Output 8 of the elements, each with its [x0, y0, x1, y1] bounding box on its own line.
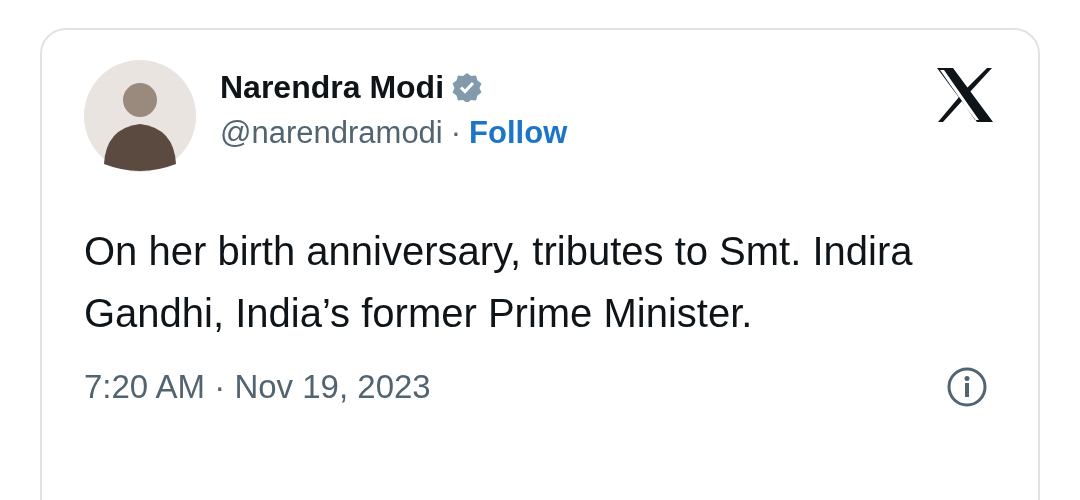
separator: ·	[450, 114, 462, 153]
author-handle[interactable]: @narendramodi	[220, 110, 443, 157]
follow-link[interactable]: Follow	[469, 110, 568, 157]
logo-icon	[936, 68, 994, 122]
info-icon[interactable]	[946, 365, 988, 408]
post-timestamp[interactable]: 7:20 AM · Nov 19, 2023	[84, 362, 431, 412]
post-text: On her birth anniversary, tributes to Smt. Indira Gandhi, India’s former Prime Minister.	[84, 228, 914, 337]
author-name[interactable]: Narendra Modi	[220, 68, 445, 107]
